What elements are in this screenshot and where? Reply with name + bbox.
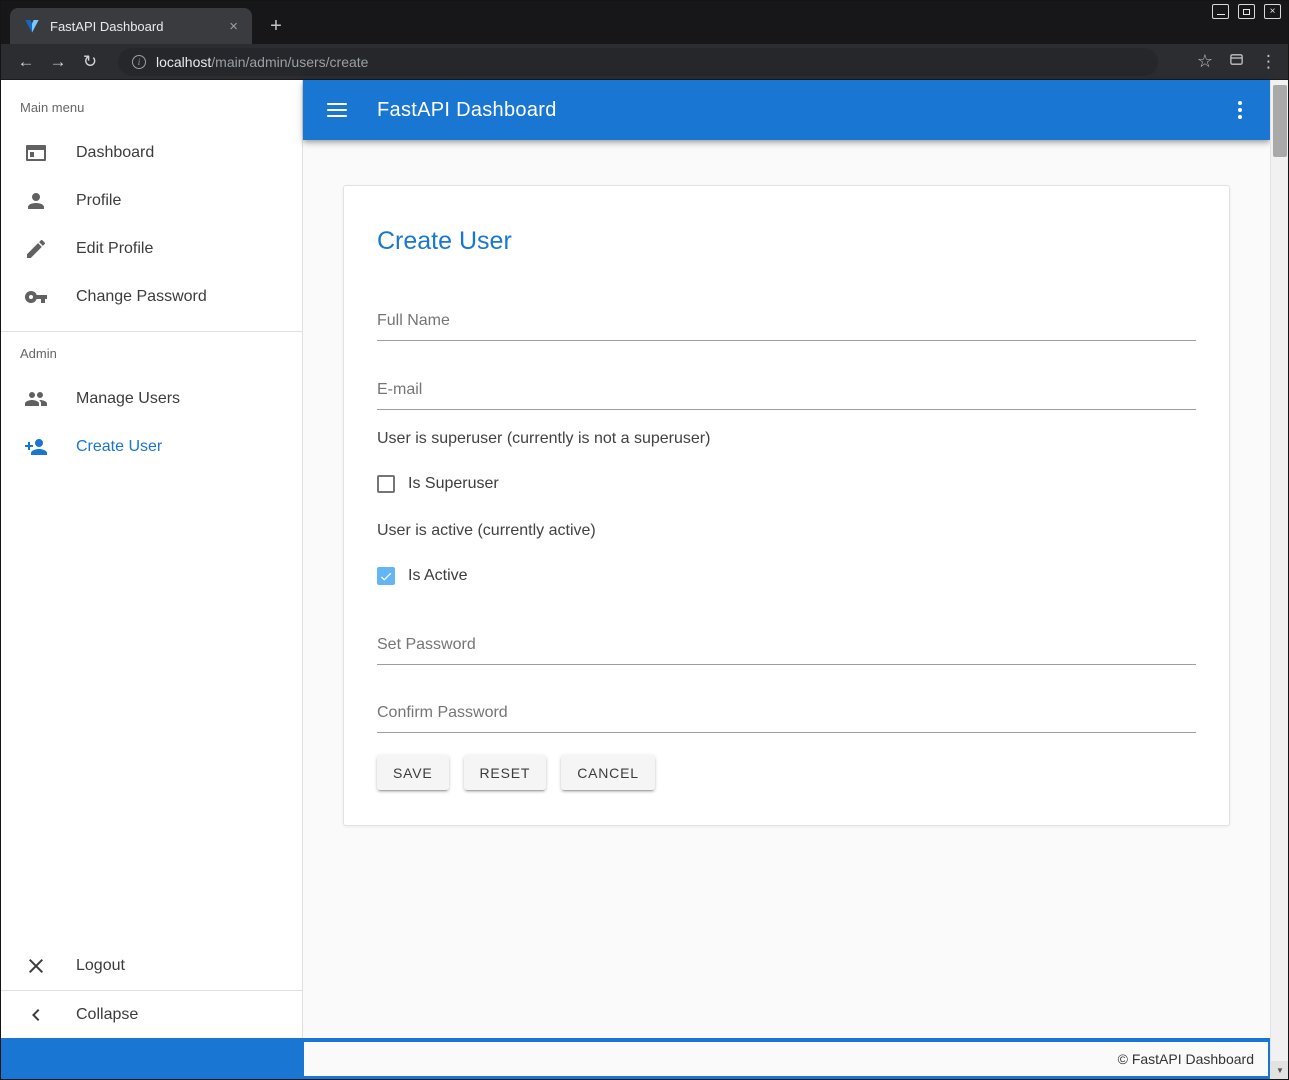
people-icon [24,387,48,411]
create-user-card: Create User User is superuser (currently… [343,185,1230,826]
sidebar-item-label: Edit Profile [76,240,153,258]
close-button[interactable]: × [1264,4,1281,19]
url-text: localhost/main/admin/users/create [156,54,368,70]
sidebar-item-edit-profile[interactable]: Edit Profile [0,225,302,273]
extensions-icon[interactable] [1229,52,1244,72]
chevron-left-icon [24,1003,48,1027]
page-title: Create User [377,226,1196,256]
address-bar[interactable]: i localhost/main/admin/users/create [118,48,1158,76]
window-controls: × [1212,4,1281,19]
person-icon [24,189,48,213]
browser-tab[interactable]: FastAPI Dashboard × [10,8,252,44]
active-checkbox[interactable] [377,567,395,585]
active-checkbox-label[interactable]: Is Active [408,567,468,585]
scrollbar-down-arrow[interactable]: ▼ [1271,1061,1289,1080]
tab-close-icon[interactable]: × [225,17,242,36]
cancel-button[interactable]: CANCEL [561,755,655,790]
close-x-icon [24,954,48,978]
sidebar-item-label: Collapse [76,1006,138,1024]
reload-icon[interactable]: ↻ [74,52,106,72]
sidebar-item-dashboard[interactable]: Dashboard [0,129,302,177]
hamburger-menu-icon[interactable] [327,103,347,117]
person-add-icon [24,435,48,459]
dashboard-icon [24,141,48,165]
confirm-password-input[interactable] [377,698,1196,733]
sidebar: Main menu Dashboard Profile Edit Profile… [0,80,303,1038]
scrollbar-thumb[interactable] [1273,85,1287,157]
tab-title: FastAPI Dashboard [50,19,225,34]
vuetify-logo-icon [24,18,40,34]
sidebar-item-manage-users[interactable]: Manage Users [0,375,302,423]
key-icon [24,285,48,309]
active-checkbox-row: Is Active [377,567,1196,585]
full-name-input[interactable] [377,306,1196,341]
superuser-checkbox-label[interactable]: Is Superuser [408,475,499,493]
page-scrollbar[interactable]: ▼ [1270,80,1289,1080]
sidebar-item-profile[interactable]: Profile [0,177,302,225]
sidebar-item-label: Dashboard [76,144,154,162]
footer-copyright-bar: © FastAPI Dashboard [304,1042,1268,1076]
sidebar-item-label: Change Password [76,288,207,306]
active-hint-text: User is active (currently active) [377,522,1196,540]
copyright-text: © FastAPI Dashboard [1118,1051,1254,1067]
superuser-checkbox-row: Is Superuser [377,475,1196,493]
sidebar-section-main-menu: Main menu [0,80,302,129]
browser-toolbar: ← → ↻ i localhost/main/admin/users/creat… [0,44,1289,80]
pencil-icon [24,237,48,261]
sidebar-spacer [0,471,302,942]
app-bar-kebab-icon[interactable] [1234,97,1246,123]
new-tab-button[interactable]: + [264,14,288,38]
set-password-input[interactable] [377,630,1196,665]
sidebar-item-logout[interactable]: Logout [0,942,302,990]
reset-button[interactable]: RESET [464,755,547,790]
site-info-icon[interactable]: i [132,55,146,69]
app-bar-title: FastAPI Dashboard [377,99,557,122]
sidebar-item-create-user[interactable]: Create User [0,423,302,471]
forward-icon[interactable]: → [42,52,74,72]
sidebar-item-label: Manage Users [76,390,180,408]
sidebar-item-label: Profile [76,192,121,210]
minimize-button[interactable] [1212,4,1229,19]
app-footer: © FastAPI Dashboard [0,1038,1270,1080]
maximize-button[interactable] [1238,4,1255,19]
tab-strip: FastAPI Dashboard × + × [0,0,1289,44]
url-path: /main/admin/users/create [211,54,368,70]
email-input[interactable] [377,375,1196,410]
bookmark-star-icon[interactable]: ☆ [1197,51,1213,72]
superuser-hint-text: User is superuser (currently is not a su… [377,430,1196,448]
save-button[interactable]: SAVE [377,755,449,790]
sidebar-item-label: Create User [76,438,162,456]
sidebar-item-label: Logout [76,957,125,975]
sidebar-section-admin: Admin [0,332,302,375]
form-actions: SAVE RESET CANCEL [377,755,1196,790]
browser-menu-kebab-icon[interactable]: ⋮ [1260,52,1277,72]
sidebar-item-change-password[interactable]: Change Password [0,273,302,321]
url-host: localhost [156,54,211,70]
back-icon[interactable]: ← [10,52,42,72]
sidebar-item-collapse[interactable]: Collapse [0,990,302,1038]
superuser-checkbox[interactable] [377,475,395,493]
app-bar: FastAPI Dashboard [303,80,1270,140]
